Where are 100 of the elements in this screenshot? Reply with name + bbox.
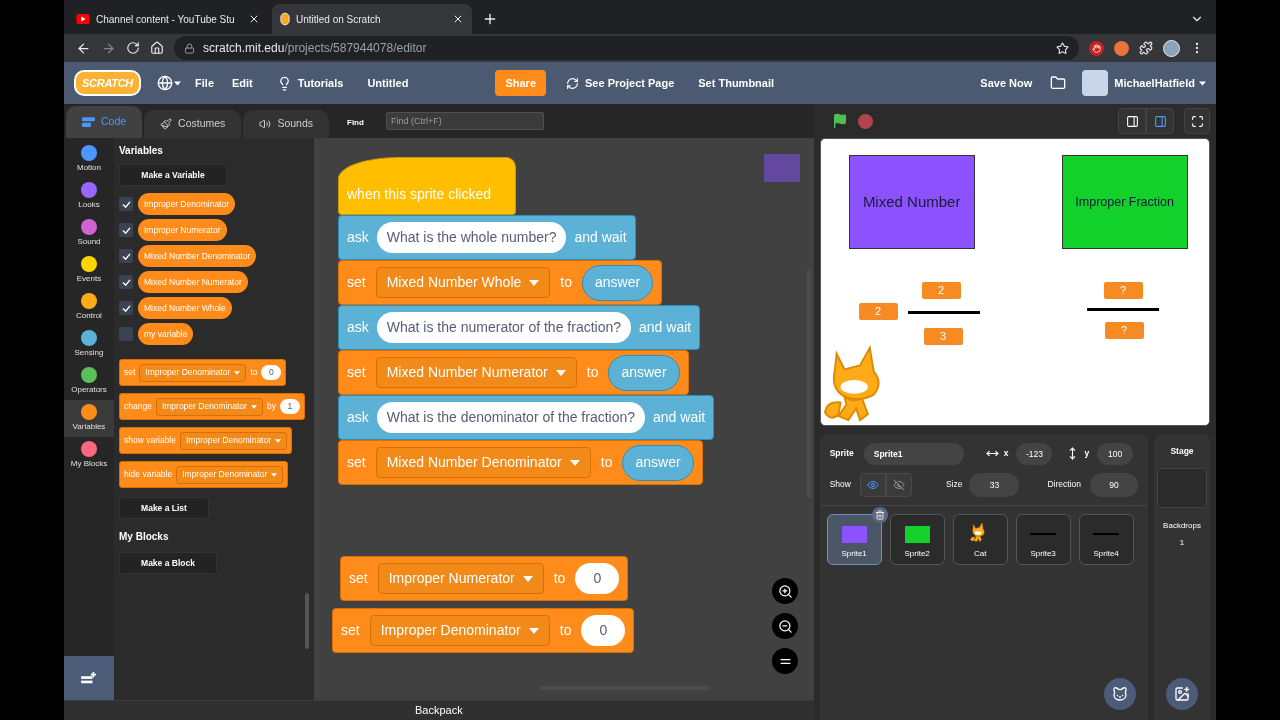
language-menu[interactable] [157,75,182,91]
zoom-in-button[interactable] [772,578,798,604]
forward-icon[interactable] [101,40,116,56]
delete-button[interactable] [871,507,888,523]
set-block[interactable]: set Improper Denominator to 0 [332,608,635,653]
sprite-tile[interactable]: Sprite3 [1015,514,1071,565]
checkbox[interactable] [119,249,133,263]
y-field[interactable]: 100 [1097,442,1134,465]
extension-icon [80,671,98,685]
category-item[interactable]: Operators [64,363,114,400]
stop-button[interactable] [857,113,873,129]
reset-zoom-button[interactable] [772,648,798,674]
choose-backdrop-button[interactable] [1166,678,1198,710]
category-item[interactable]: Variables [64,400,114,437]
new-tab-icon[interactable] [482,11,498,27]
set-thumbnail-button[interactable]: Set Thumbnail [690,68,783,98]
hide-button[interactable] [885,472,912,497]
bookmark-icon[interactable] [1056,41,1069,55]
show-button[interactable] [859,472,886,497]
reload-icon[interactable] [126,41,140,55]
add-extension-button[interactable] [64,656,114,700]
back-icon[interactable] [76,40,91,56]
editor-tab[interactable]: Costumes [144,110,242,138]
direction-field[interactable]: 90 [1090,472,1138,497]
flag-button[interactable] [831,113,848,129]
category-item[interactable]: Control [64,289,114,326]
question-field[interactable]: What is the denominator of the fraction? [376,402,646,433]
question-field[interactable]: What is the numerator of the fraction? [376,312,632,343]
backdrop-thumbnail[interactable] [1157,468,1207,508]
save-now-button[interactable]: Save Now [980,74,1033,92]
small-stage-button[interactable] [1118,108,1146,134]
paintbrush-icon [160,118,173,130]
menu-item[interactable]: File [195,74,214,92]
fullscreen-button[interactable] [1184,108,1210,134]
number-field[interactable]: 1 [279,399,300,414]
choose-sprite-button[interactable] [1104,678,1136,710]
extensions-icon[interactable] [1139,41,1153,55]
globe-icon [157,75,174,91]
make-block-button[interactable]: Make a Block [119,552,217,574]
account-menu[interactable]: MichaelHatfield [1114,74,1206,92]
zoom-out-button[interactable] [772,613,798,639]
category-item[interactable]: Looks [64,178,114,215]
number-field[interactable]: 0 [575,563,620,594]
value-display: 3 [923,328,963,345]
editor-tab[interactable]: Sounds [243,110,329,138]
close-icon[interactable] [248,13,260,25]
close-icon[interactable] [452,13,464,25]
folder-icon[interactable] [1050,75,1067,91]
sprite-tile[interactable]: Sprite4 [1078,514,1134,565]
menu-item[interactable]: Edit [232,74,253,92]
checkbox[interactable] [119,301,133,315]
home-icon[interactable] [150,41,164,55]
palette-block[interactable]: set Improper Denominator to 0 [119,359,287,386]
x-field[interactable]: -123 [1016,442,1053,465]
number-field[interactable]: 0 [261,365,282,380]
sprite-tile[interactable]: Cat [952,514,1008,565]
zoom-in-icon [777,583,793,599]
block-label: hide variable [124,468,173,481]
tab-title: Channel content - YouTube Stu [96,12,236,27]
tutorials-button[interactable]: Tutorials [276,74,344,92]
category-item[interactable]: My Blocks [64,437,114,474]
checkbox[interactable] [119,275,133,289]
project-title-field[interactable]: Untitled [363,69,484,97]
question-field[interactable]: What is the whole number? [376,222,567,253]
make-variable-button[interactable]: Make a Variable [119,164,227,186]
sprite-name-field[interactable]: Sprite1 [863,442,964,465]
ask-block[interactable]: ask What is the whole number? and wait [338,215,636,260]
profile-avatar[interactable] [1163,39,1180,57]
sprite-tile[interactable]: Sprite1 [826,514,882,565]
set-block[interactable]: set Improper Numerator to 0 [340,556,629,601]
find-field[interactable]: Find (Ctrl+F) [385,112,544,130]
category-item[interactable]: Events [64,252,114,289]
extension-icon[interactable] [1089,40,1104,56]
palette-block[interactable]: change Improper Denominator by 1 [119,393,305,420]
sprite-tile[interactable]: Sprite2 [889,514,945,565]
stage-canvas[interactable]: Mixed Number Improper Fraction 2 2 3 ? ? [819,138,1210,426]
ask-block[interactable]: ask What is the denominator of the fraction? and wait [338,395,715,440]
category-item[interactable]: Sound [64,215,114,252]
checkbox[interactable] [119,197,133,211]
eye-icon [866,478,879,491]
category-item[interactable]: Sensing [64,326,114,363]
user-avatar[interactable] [1082,70,1109,96]
extension-icon[interactable] [1114,40,1129,56]
checkbox[interactable] [119,327,133,341]
editor-tab[interactable]: Code [66,106,143,138]
size-field[interactable]: 33 [969,472,1020,497]
checkbox[interactable] [119,223,133,237]
caret-icon [555,369,566,376]
scrollbar[interactable] [305,593,309,649]
make-list-button[interactable]: Make a List [119,497,209,519]
normal-stage-button[interactable] [1146,108,1174,134]
see-project-page-button[interactable]: See Project Page [558,68,683,98]
browser-tab[interactable]: Untitled on Scratch [272,4,472,34]
number-field[interactable]: 0 [581,615,626,646]
backpack-bar[interactable]: Backpack [64,700,814,720]
category-item[interactable]: Motion [64,141,114,178]
address-field[interactable]: scratch.mit.edu/projects/587944078/editor [174,36,1079,60]
ask-block[interactable]: ask What is the numerator of the fraction? and wait [338,305,701,350]
backdrops-count: 1 [1179,537,1185,549]
field-label: Direction [1047,478,1081,491]
